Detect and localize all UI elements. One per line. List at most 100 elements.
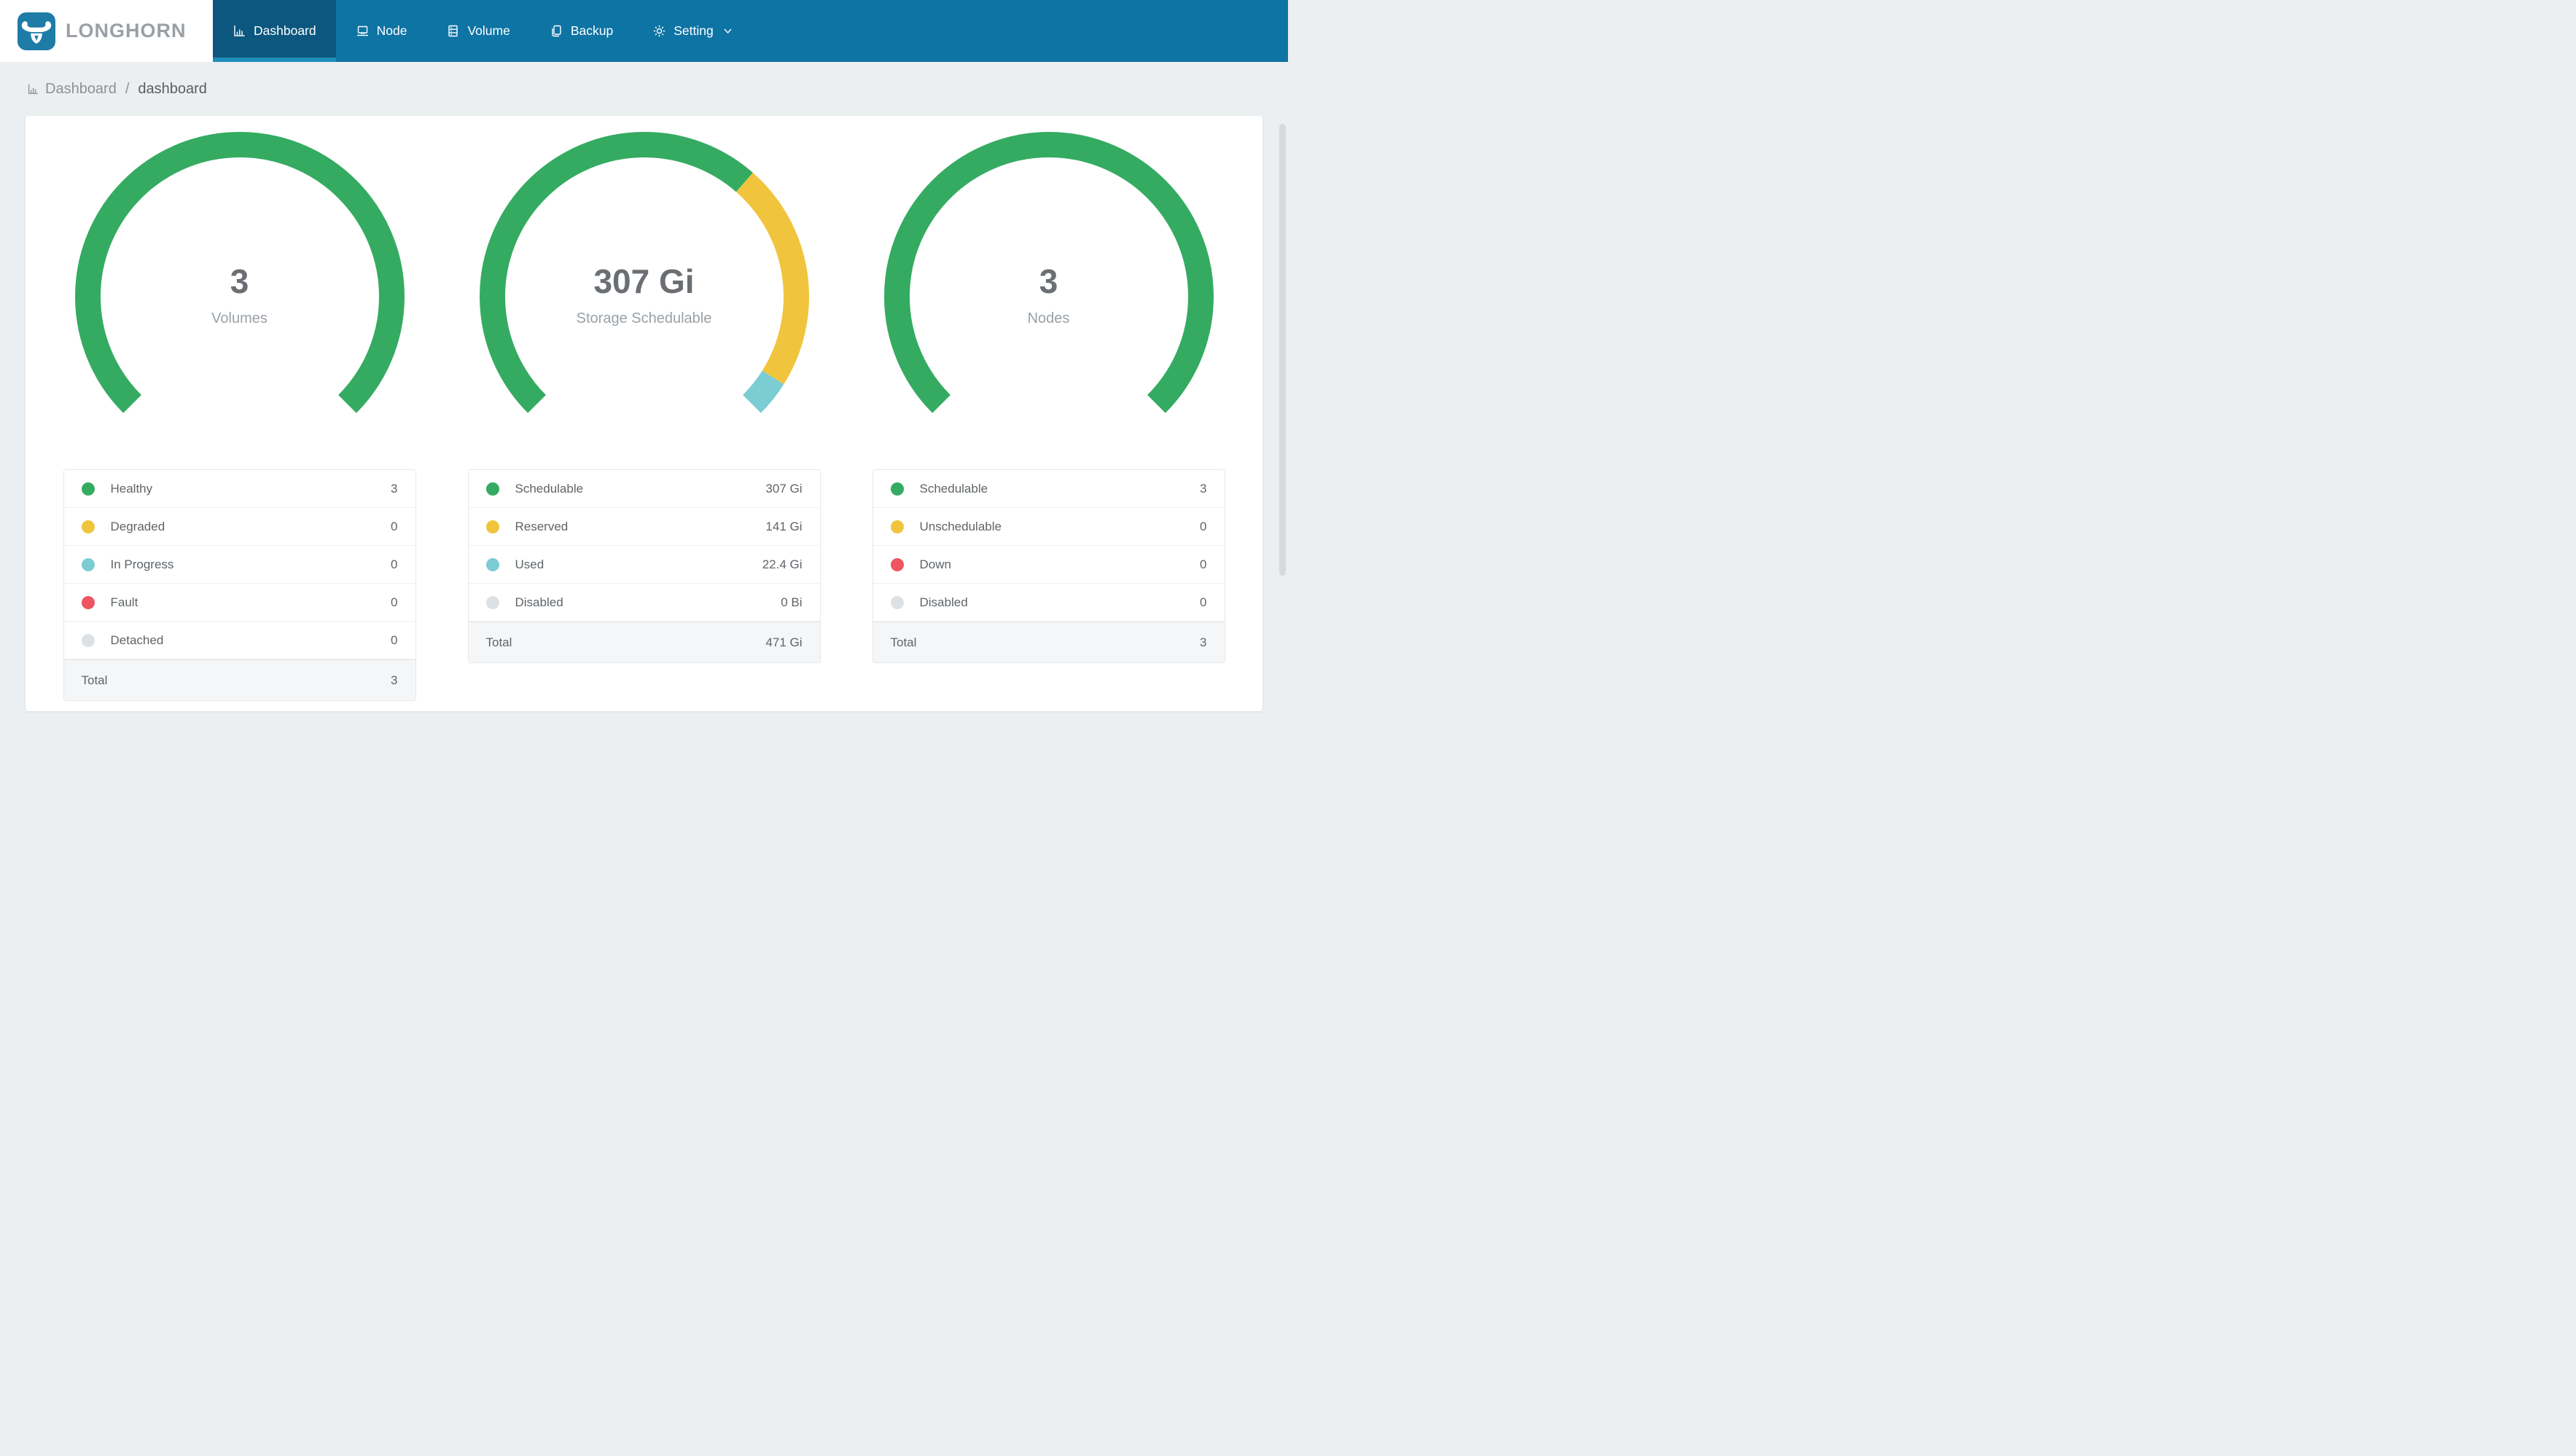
legend-label: Healthy bbox=[110, 481, 153, 496]
gauge-chart: 307 Gi Storage Schedulable bbox=[469, 122, 819, 420]
bar-chart-icon bbox=[234, 26, 245, 36]
legend-label: Degraded bbox=[110, 519, 165, 533]
legend-row: Down 0 bbox=[873, 546, 1225, 584]
top-navbar: LONGHORN Dashboard Node Volume Backup Se… bbox=[0, 0, 1288, 62]
gauge-ring bbox=[479, 132, 809, 413]
legend-value: 0 bbox=[391, 519, 398, 533]
nav-item-node[interactable]: Node bbox=[336, 0, 427, 62]
bar-chart-icon bbox=[28, 84, 38, 94]
nav-label: Backup bbox=[570, 23, 614, 38]
brand-logo-home[interactable]: LONGHORN bbox=[0, 0, 213, 62]
legend-label: Disabled bbox=[919, 595, 968, 609]
legend-row: Used 22.4 Gi bbox=[468, 546, 820, 584]
gear-icon bbox=[654, 25, 666, 37]
legend-color-dot bbox=[485, 557, 499, 571]
gauge-ring bbox=[74, 132, 405, 413]
main-nav: Dashboard Node Volume Backup Setting bbox=[213, 0, 753, 62]
legend-label: Disabled bbox=[515, 595, 563, 609]
legend-row: Reserved 141 Gi bbox=[468, 508, 820, 546]
nav-label: Node bbox=[376, 23, 407, 38]
nav-label: Volume bbox=[467, 23, 510, 38]
gauge-chart: 3 Nodes bbox=[874, 122, 1224, 420]
legend-label: Reserved bbox=[515, 519, 569, 533]
legend-label: In Progress bbox=[110, 557, 174, 571]
legend-row: Disabled 0 Bi bbox=[468, 584, 820, 622]
legend-color-dot bbox=[890, 557, 904, 571]
legend-value: 0 bbox=[391, 633, 398, 647]
gauge-ring bbox=[883, 132, 1214, 413]
legend-value: 0 bbox=[391, 557, 398, 571]
legend-row: Schedulable 3 bbox=[873, 470, 1225, 508]
legend-value: 0 Bi bbox=[781, 595, 803, 609]
volume-icon bbox=[448, 25, 458, 37]
nav-item-setting[interactable]: Setting bbox=[633, 0, 752, 62]
total-value: 471 Gi bbox=[765, 635, 803, 649]
legend-color-dot bbox=[81, 557, 95, 571]
legend-row: Unschedulable 0 bbox=[873, 508, 1225, 546]
legend-label: Unschedulable bbox=[919, 519, 1002, 533]
legend-label: Down bbox=[919, 557, 951, 571]
legend-color-dot bbox=[81, 595, 95, 609]
legend-label: Detached bbox=[110, 633, 164, 647]
legend-value: 0 bbox=[391, 595, 398, 609]
legend-value: 3 bbox=[1200, 481, 1207, 496]
legend-row: Schedulable 307 Gi bbox=[468, 470, 820, 508]
volumes-panel: 3 Volumes Healthy 3 Degraded 0 In Progre… bbox=[37, 122, 442, 711]
legend-color-dot bbox=[81, 633, 95, 647]
total-value: 3 bbox=[391, 673, 398, 687]
breadcrumb: Dashboard / dashboard bbox=[0, 62, 1288, 116]
total-value: 3 bbox=[1200, 635, 1207, 649]
breadcrumb-separator: / bbox=[125, 80, 130, 97]
legend-total-row: Total 471 Gi bbox=[468, 622, 820, 662]
legend-total-row: Total 3 bbox=[873, 622, 1225, 662]
node-icon bbox=[356, 26, 368, 36]
backup-icon bbox=[552, 25, 561, 37]
legend-row: Healthy 3 bbox=[63, 470, 415, 508]
legend-color-dot bbox=[890, 482, 904, 496]
legend-label: Used bbox=[515, 557, 545, 571]
legend-color-dot bbox=[81, 482, 95, 496]
legend-value: 141 Gi bbox=[765, 519, 803, 533]
legend-label: Schedulable bbox=[919, 481, 988, 496]
legend-value: 0 bbox=[1200, 595, 1207, 609]
breadcrumb-current: dashboard bbox=[138, 80, 207, 97]
nodes-panel: 3 Nodes Schedulable 3 Unschedulable 0 Do… bbox=[846, 122, 1251, 711]
legend-row: In Progress 0 bbox=[63, 546, 415, 584]
legend-label: Fault bbox=[110, 595, 138, 609]
legend-value: 22.4 Gi bbox=[762, 557, 803, 571]
legend-color-dot bbox=[485, 595, 499, 609]
legend-table: Schedulable 3 Unschedulable 0 Down 0 Dis… bbox=[872, 469, 1225, 663]
legend-label: Schedulable bbox=[515, 481, 584, 496]
legend-table: Schedulable 307 Gi Reserved 141 Gi Used … bbox=[467, 469, 821, 663]
legend-color-dot bbox=[485, 520, 499, 533]
legend-row: Fault 0 bbox=[63, 584, 415, 622]
brand-name: LONGHORN bbox=[66, 20, 187, 42]
legend-value: 0 bbox=[1200, 557, 1207, 571]
storage-panel: 307 Gi Storage Schedulable Schedulable 3… bbox=[442, 122, 846, 711]
total-label: Total bbox=[890, 635, 917, 649]
legend-value: 3 bbox=[391, 481, 398, 496]
legend-row: Disabled 0 bbox=[873, 584, 1225, 622]
breadcrumb-root-link[interactable]: Dashboard bbox=[45, 81, 117, 98]
nav-item-backup[interactable]: Backup bbox=[530, 0, 633, 62]
total-label: Total bbox=[485, 635, 512, 649]
vertical-scrollbar-thumb[interactable] bbox=[1279, 124, 1286, 576]
legend-total-row: Total 3 bbox=[63, 659, 415, 700]
legend-row: Degraded 0 bbox=[63, 508, 415, 546]
legend-value: 0 bbox=[1200, 519, 1207, 533]
nav-label: Dashboard bbox=[254, 23, 316, 38]
legend-color-dot bbox=[890, 520, 904, 533]
legend-table: Healthy 3 Degraded 0 In Progress 0 Fault… bbox=[63, 469, 416, 701]
dashboard-card: 3 Volumes Healthy 3 Degraded 0 In Progre… bbox=[26, 116, 1262, 711]
legend-value: 307 Gi bbox=[765, 481, 803, 496]
gauge-chart: 3 Volumes bbox=[65, 122, 415, 420]
chevron-down-icon bbox=[724, 28, 732, 34]
longhorn-logo-icon bbox=[17, 12, 55, 50]
nav-label: Setting bbox=[674, 23, 714, 38]
legend-color-dot bbox=[485, 482, 499, 496]
nav-item-volume[interactable]: Volume bbox=[426, 0, 529, 62]
nav-item-dashboard[interactable]: Dashboard bbox=[213, 0, 336, 62]
legend-color-dot bbox=[81, 520, 95, 533]
legend-color-dot bbox=[890, 595, 904, 609]
total-label: Total bbox=[81, 673, 108, 687]
